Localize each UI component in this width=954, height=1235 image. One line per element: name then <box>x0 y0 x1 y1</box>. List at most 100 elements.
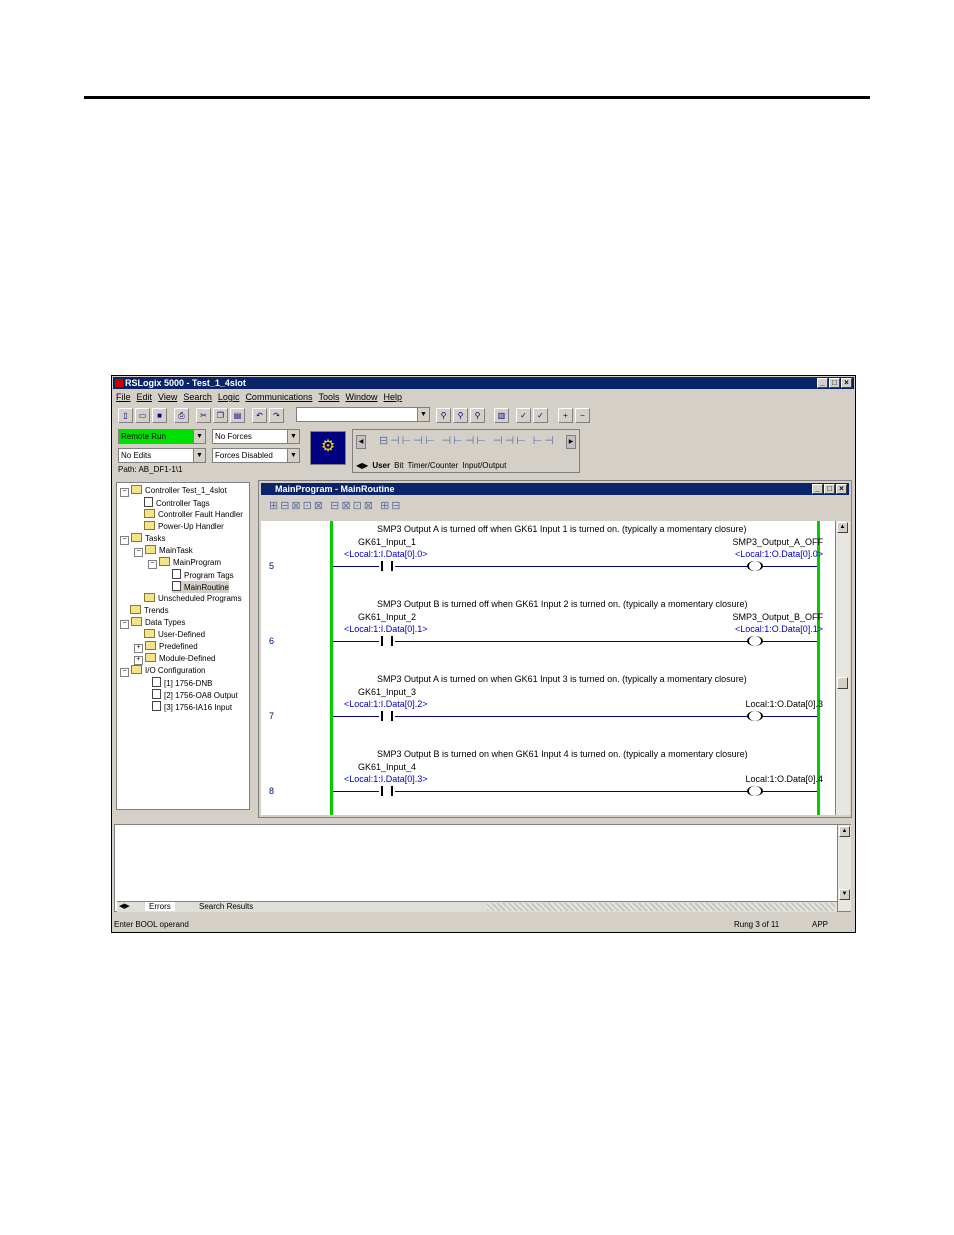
input-tag[interactable]: GK61_Input_3 <box>358 687 416 697</box>
menu-edit[interactable]: Edit <box>137 391 153 403</box>
minimize-button[interactable]: _ <box>812 484 823 494</box>
tree-module-2[interactable]: [2] 1756-OA8 Output <box>152 689 238 701</box>
scroll-right-icon[interactable]: ▶ <box>566 435 576 449</box>
chevron-down-icon[interactable]: ▼ <box>193 449 205 462</box>
output-address[interactable]: Local:1:O.Data[0].3 <box>745 699 823 709</box>
menu-view[interactable]: View <box>158 391 177 403</box>
xic-contact[interactable] <box>379 786 395 796</box>
menu-window[interactable]: Window <box>345 391 377 403</box>
horizontal-scrollbar[interactable] <box>487 903 835 911</box>
find-next-icon[interactable]: ⚲ <box>453 408 468 423</box>
tab-scroll-icon[interactable]: ◀▶ <box>119 902 130 910</box>
ladder-scrollbar[interactable]: ▲ <box>835 521 850 815</box>
tab-input-output[interactable]: Input/Output <box>462 461 506 470</box>
input-tag[interactable]: GK61_Input_2 <box>358 612 416 622</box>
search-combo[interactable]: ▼ <box>296 407 430 422</box>
tree-main-task[interactable]: − MainTask <box>134 545 193 557</box>
tab-bit[interactable]: Bit <box>394 461 403 470</box>
minimize-button[interactable]: _ <box>817 378 828 388</box>
forces-state-combo[interactable]: Forces Disabled ▼ <box>212 448 300 463</box>
open-icon[interactable]: ▭ <box>135 408 150 423</box>
rung-wire[interactable] <box>333 566 817 567</box>
close-button[interactable]: × <box>836 484 847 494</box>
scroll-left-icon[interactable]: ◀ <box>356 435 366 449</box>
tree-io-config[interactable]: − I/O Configuration <box>120 665 205 677</box>
find-icon[interactable]: ⚲ <box>436 408 451 423</box>
chevron-down-icon[interactable]: ▼ <box>287 449 299 462</box>
tree-main-program[interactable]: − MainProgram <box>148 557 221 569</box>
tab-errors[interactable]: Errors <box>145 902 175 911</box>
tree-module-1[interactable]: [1] 1756-DNB <box>152 677 212 689</box>
zoom-in-icon[interactable]: + <box>558 408 573 423</box>
tree-controller-tags[interactable]: Controller Tags <box>144 497 210 509</box>
tree-tasks[interactable]: − Tasks <box>120 533 165 545</box>
rung-wire[interactable] <box>333 641 817 642</box>
tree-controller[interactable]: − Controller Test_1_4slot <box>120 485 227 497</box>
xic-contact[interactable] <box>379 636 395 646</box>
undo-icon[interactable]: ↶ <box>252 408 267 423</box>
tab-prev-icon[interactable]: ◀▶ <box>356 461 368 470</box>
tab-timer-counter[interactable]: Timer/Counter <box>407 461 458 470</box>
scroll-up-icon[interactable]: ▲ <box>839 826 850 837</box>
chevron-down-icon[interactable]: ▼ <box>287 430 299 443</box>
ote-coil[interactable] <box>747 786 763 796</box>
copy-icon[interactable]: ❐ <box>213 408 228 423</box>
input-address[interactable]: <Local:1:I.Data[0].3> <box>344 774 428 784</box>
tree-main-routine[interactable]: MainRoutine <box>172 581 229 593</box>
edits-combo[interactable]: No Edits ▼ <box>118 448 206 463</box>
paste-icon[interactable]: ▤ <box>230 408 245 423</box>
results-scrollbar[interactable]: ▲ ▼ <box>837 825 851 911</box>
xic-contact[interactable] <box>379 561 395 571</box>
rung-wire[interactable] <box>333 791 817 792</box>
ote-coil[interactable] <box>747 711 763 721</box>
menu-search[interactable]: Search <box>183 391 212 403</box>
routine-toolbar-icons[interactable]: ⊞⊟⊠⊡⊠ ⊟⊠⊡⊠ ⊞⊟ <box>269 499 403 512</box>
print-icon[interactable]: ⎙ <box>174 408 189 423</box>
maximize-button[interactable]: □ <box>829 378 840 388</box>
xic-contact[interactable] <box>379 711 395 721</box>
scroll-down-icon[interactable]: ▼ <box>839 889 850 900</box>
menu-tools[interactable]: Tools <box>318 391 339 403</box>
redo-icon[interactable]: ↷ <box>269 408 284 423</box>
input-tag[interactable]: GK61_Input_1 <box>358 537 416 547</box>
scroll-thumb[interactable] <box>837 677 848 689</box>
tree-fault-handler[interactable]: Controller Fault Handler <box>144 509 243 520</box>
controller-mode-combo[interactable]: Remote Run ▼ <box>118 429 206 444</box>
tree-unscheduled[interactable]: Unscheduled Programs <box>144 593 242 604</box>
menu-file[interactable]: File <box>116 391 131 403</box>
zoom-out-icon[interactable]: − <box>575 408 590 423</box>
output-address[interactable]: <Local:1:O.Data[0].0> <box>735 549 823 559</box>
input-address[interactable]: <Local:1:I.Data[0].1> <box>344 624 428 634</box>
output-tag[interactable]: SMP3_Output_B_OFF <box>732 612 823 622</box>
input-address[interactable]: <Local:1:I.Data[0].2> <box>344 699 428 709</box>
maximize-button[interactable]: □ <box>824 484 835 494</box>
ote-coil[interactable] <box>747 561 763 571</box>
menu-communications[interactable]: Communications <box>245 391 312 403</box>
output-tag[interactable]: SMP3_Output_A_OFF <box>732 537 823 547</box>
menu-logic[interactable]: Logic <box>218 391 240 403</box>
input-address[interactable]: <Local:1:I.Data[0].0> <box>344 549 428 559</box>
input-tag[interactable]: GK61_Input_4 <box>358 762 416 772</box>
forces-combo[interactable]: No Forces ▼ <box>212 429 300 444</box>
tree-module-3[interactable]: [3] 1756-IA16 Input <box>152 701 232 713</box>
ote-coil[interactable] <box>747 636 763 646</box>
menu-help[interactable]: Help <box>384 391 403 403</box>
chevron-down-icon[interactable]: ▼ <box>417 408 429 421</box>
tab-user[interactable]: User <box>372 461 390 470</box>
close-button[interactable]: × <box>841 378 852 388</box>
scroll-up-icon[interactable]: ▲ <box>837 522 848 533</box>
tree-data-types[interactable]: − Data Types <box>120 617 185 629</box>
replace-icon[interactable]: ⚲ <box>470 408 485 423</box>
verify-controller-icon[interactable]: ✓ <box>533 408 548 423</box>
output-address[interactable]: <Local:1:O.Data[0].1> <box>735 624 823 634</box>
tab-search-results[interactable]: Search Results <box>195 902 257 911</box>
tree-trends[interactable]: Trends <box>130 605 169 616</box>
cut-icon[interactable]: ✂ <box>196 408 211 423</box>
tree-powerup-handler[interactable]: Power-Up Handler <box>144 521 224 532</box>
tree-predefined[interactable]: + Predefined <box>134 641 198 653</box>
ladder-editor[interactable]: SMP3 Output A is turned off when GK61 In… <box>261 521 835 815</box>
tree-user-defined[interactable]: User-Defined <box>144 629 205 640</box>
tree-program-tags[interactable]: Program Tags <box>172 569 234 581</box>
ladder-element-icons[interactable]: ⊟⊣⊢⊣⊢ ⊣⊢⊣⊢ ⊣⊣⊢ ⊢⊣ <box>379 434 556 447</box>
verify-icon[interactable]: ▥ <box>494 408 509 423</box>
